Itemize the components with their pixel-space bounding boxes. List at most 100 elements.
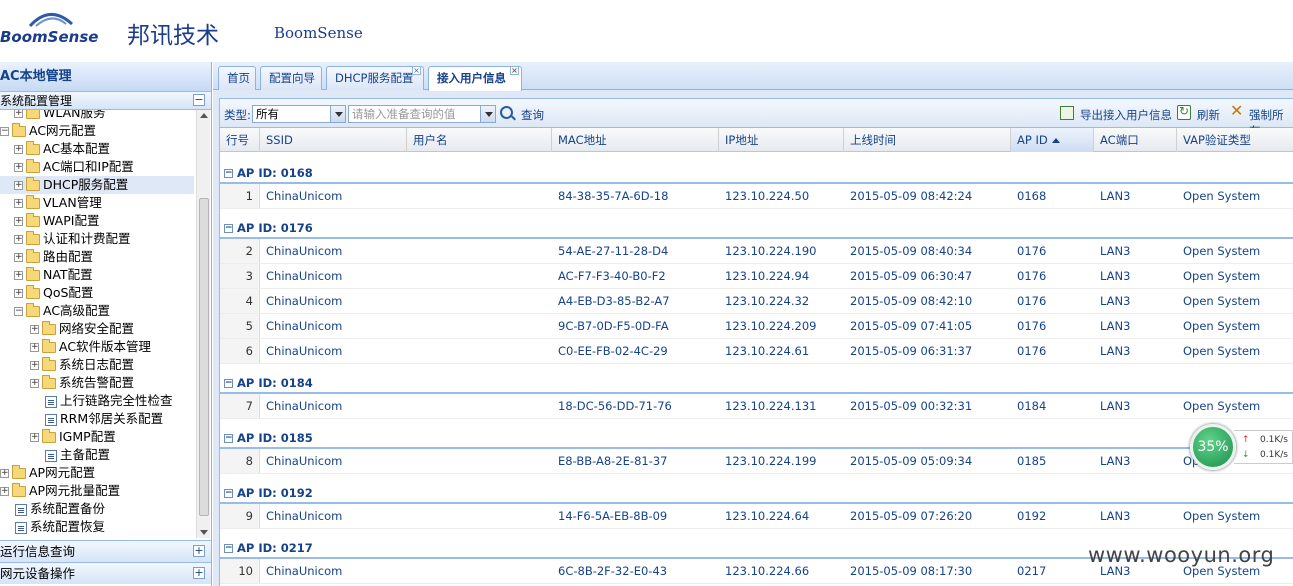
collapse-icon[interactable]: − <box>193 94 205 106</box>
table-row[interactable]: 3 ChinaUnicom AC-F7-F3-40-B0-F2 123.10.224.… <box>220 264 1293 289</box>
network-speed-widget[interactable]: ↑ 0.1K/s ↓ 0.1K/s 35% <box>1190 424 1293 470</box>
tree-item[interactable]: + VLAN管理 <box>0 194 194 212</box>
panel-header-runtime-info[interactable]: 运行信息查询 + <box>0 540 211 562</box>
search-icon[interactable] <box>500 106 513 119</box>
export-excel-icon[interactable] <box>1060 106 1074 120</box>
expand-toggle-icon[interactable]: + <box>14 145 23 154</box>
type-select[interactable]: 所有 <box>252 105 346 123</box>
collapse-group-icon[interactable]: − <box>224 434 233 443</box>
panel-header-device-ops[interactable]: 网元设备操作 + <box>0 562 211 584</box>
tree-item[interactable]: 系统配置备份 <box>0 500 194 518</box>
column-header[interactable]: 上线时间 <box>844 128 1011 152</box>
expand-toggle-icon[interactable]: + <box>14 271 23 280</box>
expand-toggle-icon[interactable]: + <box>14 289 23 298</box>
memory-percent-ball[interactable]: 35% <box>1190 424 1236 470</box>
table-row[interactable]: 7 ChinaUnicom 18-DC-56-DD-71-76 123.10.224.… <box>220 394 1293 419</box>
sidebar-scrollbar[interactable] <box>196 110 210 538</box>
group-header[interactable]: − AP ID: 0184 <box>220 370 1293 394</box>
tree-item[interactable]: 系统配置恢复 <box>0 518 194 536</box>
tree-item[interactable]: + DHCP服务配置 <box>0 176 194 194</box>
tree-item[interactable]: + 系统日志配置 <box>0 356 194 374</box>
panel-header-system-config[interactable]: 系统配置管理 − <box>0 92 211 110</box>
tree-item[interactable]: + AP网元配置 <box>0 464 194 482</box>
column-header[interactable]: IP地址 <box>719 128 844 152</box>
chevron-down-icon[interactable] <box>480 106 495 122</box>
expand-toggle-icon[interactable]: + <box>14 163 23 172</box>
collapse-toggle-icon[interactable]: − <box>0 127 9 136</box>
collapse-group-icon[interactable]: − <box>224 169 233 178</box>
expand-icon[interactable]: + <box>193 545 205 557</box>
table-row[interactable]: 8 ChinaUnicom E8-BB-A8-2E-81-37 123.10.224.… <box>220 449 1293 474</box>
tree-item[interactable]: + QoS配置 <box>0 284 194 302</box>
group-header[interactable]: − AP ID: 0192 <box>220 480 1293 504</box>
force-close-icon[interactable]: ✕ <box>1230 101 1243 120</box>
tree-item[interactable]: 主备配置 <box>0 446 194 464</box>
tree-item[interactable]: − AC网元配置 <box>0 122 194 140</box>
table-row[interactable]: 1 ChinaUnicom 84-38-35-7A-6D-18 123.10.224.… <box>220 184 1293 209</box>
tree-item[interactable]: 上行链路完全性检查 <box>0 392 194 410</box>
expand-toggle-icon[interactable]: + <box>30 343 39 352</box>
group-header[interactable]: − AP ID: 0176 <box>220 215 1293 239</box>
expand-toggle-icon[interactable]: + <box>0 469 9 478</box>
collapse-group-icon[interactable]: − <box>224 379 233 388</box>
close-icon[interactable]: × <box>412 66 421 75</box>
tree-item[interactable]: + 网络安全配置 <box>0 320 194 338</box>
table-row[interactable]: 6 ChinaUnicom C0-EE-FB-02-4C-29 123.10.224.… <box>220 339 1293 364</box>
collapse-group-icon[interactable]: − <box>224 224 233 233</box>
tree-item[interactable]: + WLAN服务 <box>0 110 194 122</box>
tree-item[interactable]: + NAT配置 <box>0 266 194 284</box>
tree-item[interactable]: + AC端口和IP配置 <box>0 158 194 176</box>
expand-toggle-icon[interactable]: + <box>30 379 39 388</box>
expand-toggle-icon[interactable]: + <box>14 235 23 244</box>
expand-icon[interactable]: + <box>193 567 205 579</box>
expand-toggle-icon[interactable]: + <box>0 487 9 496</box>
column-header[interactable]: 用户名 <box>407 128 552 152</box>
tree-item[interactable]: RRM邻居关系配置 <box>0 410 194 428</box>
tree-item[interactable]: + WAPI配置 <box>0 212 194 230</box>
query-input[interactable]: 请输入准备查询的值 <box>348 105 496 123</box>
scroll-down-icon[interactable] <box>200 530 208 535</box>
expand-toggle-icon[interactable]: + <box>14 253 23 262</box>
expand-toggle-icon[interactable]: + <box>30 325 39 334</box>
table-row[interactable]: 9 ChinaUnicom 14-F6-5A-EB-8B-09 123.10.224.… <box>220 504 1293 529</box>
tree-item[interactable]: − AC高级配置 <box>0 302 194 320</box>
expand-toggle-icon[interactable]: + <box>14 110 23 118</box>
expand-toggle-icon[interactable]: + <box>14 217 23 226</box>
column-header[interactable]: VAP验证类型 <box>1177 128 1293 152</box>
refresh-button[interactable]: 刷新 <box>1197 107 1220 123</box>
tree-item[interactable]: + IGMP配置 <box>0 428 194 446</box>
column-header[interactable]: AP ID <box>1011 128 1094 152</box>
refresh-icon[interactable] <box>1177 104 1191 120</box>
collapse-group-icon[interactable]: − <box>224 489 233 498</box>
tab-dhcp-config[interactable]: DHCP服务配置 × <box>326 66 424 90</box>
tree-item[interactable]: + AC基本配置 <box>0 140 194 158</box>
expand-toggle-icon[interactable]: + <box>30 433 39 442</box>
tree-item[interactable]: + 认证和计费配置 <box>0 230 194 248</box>
tree-item[interactable]: + AP网元批量配置 <box>0 482 194 500</box>
group-header[interactable]: − AP ID: 0185 <box>220 425 1293 449</box>
close-icon[interactable]: × <box>510 66 519 75</box>
tab-home[interactable]: 首页 <box>218 66 256 90</box>
column-header[interactable]: AC端口 <box>1094 128 1177 152</box>
tree-item[interactable]: + 系统告警配置 <box>0 374 194 392</box>
table-row[interactable]: 2 ChinaUnicom 54-AE-27-11-28-D4 123.10.224.… <box>220 239 1293 264</box>
column-header[interactable]: 行号 <box>220 128 260 152</box>
column-header[interactable]: SSID <box>260 128 407 152</box>
expand-toggle-icon[interactable]: + <box>14 199 23 208</box>
tab-config-wizard[interactable]: 配置向导 <box>260 66 322 90</box>
table-row[interactable]: 4 ChinaUnicom A4-EB-D3-85-B2-A7 123.10.224.… <box>220 289 1293 314</box>
column-header[interactable]: MAC地址 <box>552 128 719 152</box>
export-users-button[interactable]: 导出接入用户信息 <box>1080 107 1172 123</box>
group-header[interactable]: − AP ID: 0168 <box>220 160 1293 184</box>
table-row[interactable]: 5 ChinaUnicom 9C-B7-0D-F5-0D-FA 123.10.224.… <box>220 314 1293 339</box>
query-button[interactable]: 查询 <box>521 107 544 123</box>
tree-item[interactable]: + AC软件版本管理 <box>0 338 194 356</box>
collapse-toggle-icon[interactable]: − <box>14 307 23 316</box>
tab-access-users[interactable]: 接入用户信息 × <box>428 66 522 91</box>
tree-item[interactable]: + 路由配置 <box>0 248 194 266</box>
collapse-group-icon[interactable]: − <box>224 544 233 553</box>
scroll-up-icon[interactable] <box>200 113 208 118</box>
expand-toggle-icon[interactable]: + <box>14 181 23 190</box>
chevron-down-icon[interactable] <box>330 106 345 122</box>
scroll-thumb[interactable] <box>199 198 209 516</box>
